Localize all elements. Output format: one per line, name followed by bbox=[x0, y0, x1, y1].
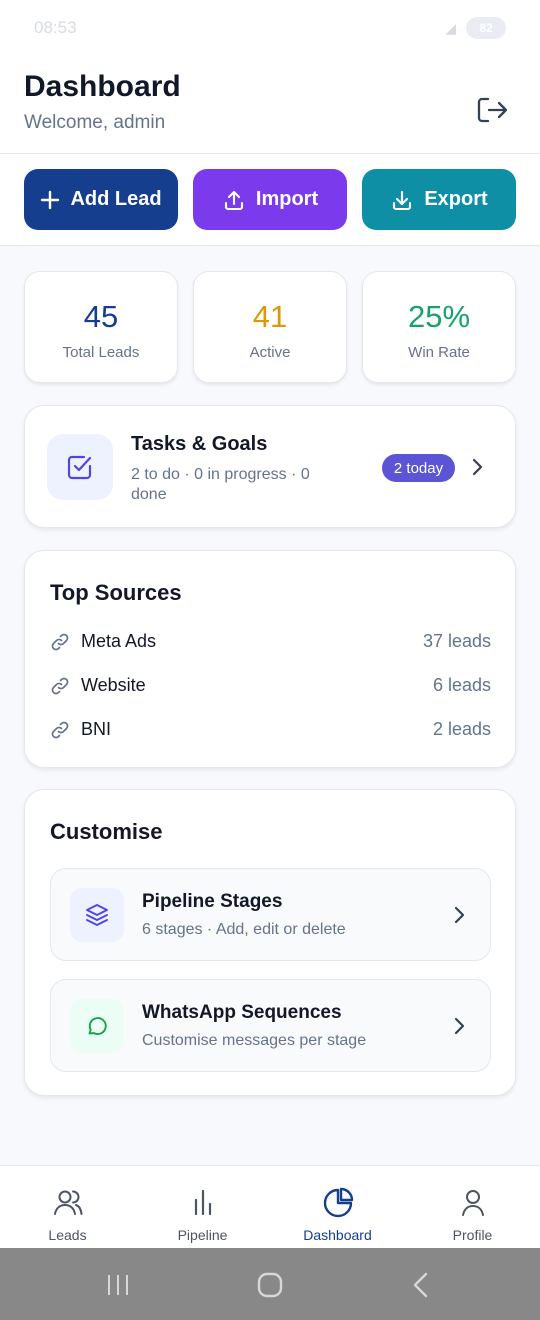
whatsapp-sequences-title: WhatsApp Sequences bbox=[142, 1002, 342, 1023]
chat-icon bbox=[88, 1017, 107, 1035]
chat-icon-box bbox=[70, 999, 124, 1053]
recent-apps-button[interactable] bbox=[102, 1269, 134, 1301]
pipeline-stages-title: Pipeline Stages bbox=[142, 891, 283, 912]
layers-icon bbox=[86, 904, 108, 926]
stat-card-win-rate: 25% Win Rate bbox=[362, 271, 516, 383]
top-sources-card: Top Sources Meta Ads 37 leads Website 6 … bbox=[24, 550, 516, 768]
customise-card: Customise Pipeline Stages 6 stages · Add… bbox=[24, 789, 516, 1096]
status-time: 08:53 bbox=[34, 18, 77, 37]
tasks-icon-box bbox=[47, 434, 113, 500]
page-title: Dashboard bbox=[24, 70, 181, 103]
export-label: Export bbox=[424, 188, 488, 210]
link-icon bbox=[51, 633, 69, 651]
pipeline-stages-button[interactable]: Pipeline Stages 6 stages · Add, edit or … bbox=[50, 868, 491, 961]
source-count: 2 leads bbox=[432, 719, 491, 739]
tasks-title: Tasks & Goals bbox=[131, 433, 268, 455]
top-sources-title: Top Sources bbox=[50, 580, 182, 605]
nav-leads-label: Leads bbox=[48, 1227, 87, 1243]
customise-title: Customise bbox=[50, 819, 163, 844]
chevron-right-icon bbox=[454, 1017, 465, 1035]
bottom-navigation: Leads Pipeline Dashboard Profile bbox=[0, 1165, 540, 1248]
stat-card-active: 41 Active bbox=[193, 271, 347, 383]
status-icons: ◢ 82 bbox=[445, 17, 506, 39]
logout-icon bbox=[477, 97, 508, 123]
active-label: Active bbox=[249, 344, 291, 361]
download-icon bbox=[393, 190, 412, 210]
win-rate-value: 25% bbox=[407, 299, 471, 334]
nav-leads[interactable]: Leads bbox=[0, 1166, 135, 1249]
active-value: 41 bbox=[252, 299, 288, 334]
nav-profile-label: Profile bbox=[452, 1227, 493, 1243]
user-icon bbox=[461, 1190, 484, 1216]
add-lead-button[interactable]: Add Lead bbox=[24, 169, 178, 230]
nav-pipeline[interactable]: Pipeline bbox=[135, 1166, 270, 1249]
nav-dashboard-label: Dashboard bbox=[303, 1227, 372, 1243]
signal-icon: ◢ bbox=[445, 19, 456, 36]
tasks-summary: 2 to do · 0 in progress · 0 done bbox=[131, 466, 310, 503]
plus-icon bbox=[41, 190, 60, 209]
stat-card-total-leads: 45 Total Leads bbox=[24, 271, 178, 383]
source-row-website: Website 6 leads bbox=[50, 673, 491, 701]
tasks-goals-card[interactable]: Tasks & Goals 2 to do · 0 in progress · … bbox=[24, 405, 516, 528]
total-leads-value: 45 bbox=[83, 299, 119, 334]
pie-chart-icon bbox=[323, 1187, 353, 1218]
upload-icon bbox=[224, 190, 243, 210]
link-icon bbox=[51, 677, 69, 695]
source-count: 6 leads bbox=[432, 675, 491, 695]
chevron-right-icon bbox=[472, 458, 483, 476]
today-badge: 2 today bbox=[382, 454, 455, 482]
recent-apps-icon bbox=[108, 1275, 128, 1295]
battery-icon: 82 bbox=[466, 17, 506, 39]
welcome-text: Welcome, admin bbox=[24, 112, 166, 133]
source-row-bni: BNI 2 leads bbox=[50, 717, 491, 745]
import-button[interactable]: Import bbox=[193, 169, 347, 230]
status-bar: 08:53 ◢ 82 bbox=[0, 0, 540, 56]
total-leads-label: Total Leads bbox=[62, 344, 140, 361]
whatsapp-sequences-subtitle: Customise messages per stage bbox=[142, 1032, 367, 1049]
link-icon bbox=[51, 721, 69, 739]
users-icon bbox=[53, 1190, 82, 1215]
chevron-right-icon bbox=[454, 906, 465, 924]
nav-dashboard[interactable]: Dashboard bbox=[270, 1166, 405, 1249]
bar-chart-icon bbox=[194, 1189, 211, 1216]
back-button[interactable] bbox=[405, 1269, 437, 1301]
quick-actions: Add Lead Import Export bbox=[0, 154, 540, 246]
back-icon bbox=[413, 1272, 428, 1298]
app-header: Dashboard Welcome, admin bbox=[0, 56, 540, 154]
import-label: Import bbox=[255, 188, 319, 210]
pipeline-stages-subtitle: 6 stages · Add, edit or delete bbox=[142, 921, 346, 938]
source-name: Website bbox=[81, 675, 146, 695]
source-row-meta-ads: Meta Ads 37 leads bbox=[50, 629, 491, 657]
source-count: 37 leads bbox=[422, 631, 491, 651]
home-icon bbox=[257, 1272, 283, 1298]
export-button[interactable]: Export bbox=[362, 169, 516, 230]
source-name: Meta Ads bbox=[81, 631, 157, 651]
home-button[interactable] bbox=[254, 1269, 286, 1301]
nav-profile[interactable]: Profile bbox=[405, 1166, 540, 1249]
win-rate-label: Win Rate bbox=[408, 344, 470, 361]
system-navigation-bar bbox=[0, 1248, 540, 1320]
checkbox-icon bbox=[67, 455, 92, 480]
whatsapp-sequences-button[interactable]: WhatsApp Sequences Customise messages pe… bbox=[50, 979, 491, 1072]
logout-button[interactable] bbox=[474, 94, 510, 126]
source-name: BNI bbox=[81, 719, 112, 739]
layers-icon-box bbox=[70, 888, 124, 942]
nav-pipeline-label: Pipeline bbox=[177, 1227, 228, 1243]
add-lead-label: Add Lead bbox=[70, 188, 162, 210]
